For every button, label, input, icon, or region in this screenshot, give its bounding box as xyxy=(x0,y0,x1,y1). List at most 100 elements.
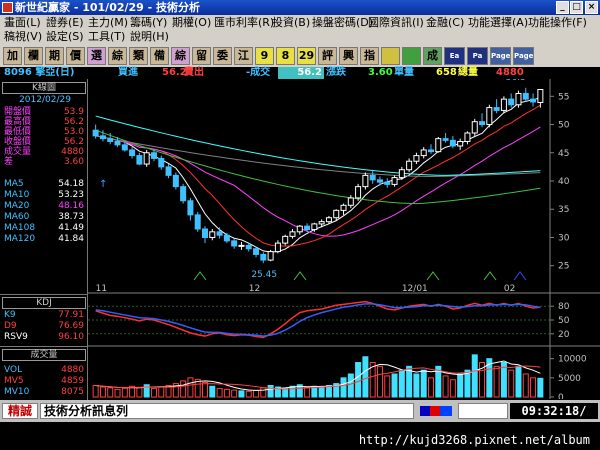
toolbar-button[interactable]: Ea xyxy=(444,47,465,65)
volume-value: 4880 xyxy=(61,365,84,375)
volume-bar xyxy=(464,369,471,398)
toolbar-button[interactable]: 指 xyxy=(360,47,379,65)
menu-item[interactable]: 投資(B) xyxy=(272,16,310,30)
high-price-marker: 56.5 xyxy=(506,79,526,83)
toolbar-button[interactable]: 8 xyxy=(276,47,295,65)
volume-bar xyxy=(282,388,289,398)
menu-item[interactable]: 籌碼(Y) xyxy=(130,16,167,30)
toolbar-button[interactable] xyxy=(402,47,421,65)
volume-bar xyxy=(471,354,478,398)
toolbar-button[interactable]: 委 xyxy=(213,47,232,65)
candlestick xyxy=(143,149,150,167)
kdj-tick-label: 20 xyxy=(558,330,570,340)
menu-item[interactable]: 證券(E) xyxy=(46,16,84,30)
x-tick-label: 11 xyxy=(96,284,107,294)
toolbar-button[interactable]: 選 xyxy=(87,47,106,65)
menu-item[interactable]: 說明(H) xyxy=(130,30,169,44)
chart-type-box[interactable]: K線圖 xyxy=(2,82,86,94)
app-icon xyxy=(2,2,13,13)
status-bar: 精誠 技術分析訊息列 09:32:18/ xyxy=(0,400,600,422)
watermark-url: http://kujd3268.pixnet.net/album xyxy=(0,430,600,450)
toolbar-button[interactable]: 期 xyxy=(45,47,64,65)
volume-tick-label: 5000 xyxy=(558,374,581,384)
toolbar-button[interactable]: 興 xyxy=(339,47,358,65)
volume-bar xyxy=(136,386,143,398)
ma-label: MA10 xyxy=(4,190,30,200)
maximize-button[interactable]: □ xyxy=(570,1,583,14)
menu-item[interactable]: 主力(M) xyxy=(88,16,128,30)
chart-area[interactable]: 25 30 35 40 45 50 55 56.5 25.45 ↑ 11 12 12/01 02 20 50 8… xyxy=(88,79,600,399)
volume-bar xyxy=(340,377,347,398)
total-value: 4880 xyxy=(496,67,524,78)
kdj-title: KDJ xyxy=(2,297,86,309)
toolbar-button[interactable]: 留 xyxy=(192,47,211,65)
toolbar-button[interactable]: 綜 xyxy=(108,47,127,65)
volume-bar xyxy=(150,388,157,398)
ma-label: MA20 xyxy=(4,201,30,211)
menu-item[interactable]: 稿視(V) xyxy=(4,30,42,44)
status-blank-field xyxy=(458,403,508,419)
toolbar-button[interactable]: 備 xyxy=(150,47,169,65)
menu-item[interactable]: 工具(T) xyxy=(88,30,125,44)
volume-bar xyxy=(121,387,128,398)
candlestick xyxy=(500,96,507,114)
candlestick xyxy=(194,212,201,232)
toolbar-button[interactable]: 評 xyxy=(318,47,337,65)
toolbar-button[interactable]: Page xyxy=(490,47,511,65)
menu-item[interactable]: 設定(S) xyxy=(46,30,84,44)
technical-chart[interactable]: 25 30 35 40 45 50 55 56.5 25.45 ↑ 11 12 12/01 02 20 50 8… xyxy=(88,79,600,399)
volume-bar xyxy=(304,386,311,398)
status-left-label: 精誠 xyxy=(2,403,38,419)
toolbar-button[interactable]: 9 xyxy=(255,47,274,65)
menu-item[interactable]: 功能操作(F) xyxy=(528,16,587,30)
toolbar-button[interactable]: 成 xyxy=(423,47,442,65)
kdj-tick-label: 50 xyxy=(558,316,570,326)
toolbar-button[interactable]: 類 xyxy=(129,47,148,65)
title-bar: 新世紀贏家 - 101/02/29 - 技術分析 _ □ × xyxy=(0,0,600,15)
volume-bar xyxy=(114,388,121,398)
menu-item[interactable]: 操盤密碼(D) xyxy=(312,16,373,30)
y-tick-label: 40 xyxy=(558,177,570,187)
kdj-value: 76.69 xyxy=(58,321,84,331)
menu-item[interactable]: 畫面(L) xyxy=(4,16,41,30)
volume-bar xyxy=(420,369,427,398)
toolbar-button[interactable]: 29 xyxy=(297,47,316,65)
toolbar-button[interactable]: 綜 xyxy=(171,47,190,65)
menu-item[interactable]: 匯市利率(R) xyxy=(214,16,274,30)
y-tick-label: 50 xyxy=(558,121,570,131)
volume-bar xyxy=(493,365,500,398)
menu-item[interactable]: 期權(O) xyxy=(172,16,211,30)
close-button[interactable]: × xyxy=(585,1,598,14)
change-value: 3.60 xyxy=(368,67,393,78)
volume-bar xyxy=(398,369,405,398)
volume-bar xyxy=(245,390,252,398)
toolbar-button[interactable]: 加 xyxy=(3,47,22,65)
toolbar-button[interactable]: Page xyxy=(513,47,534,65)
menu-item[interactable]: 國際資訊(I) xyxy=(368,16,424,30)
rise-label: 漲跌 xyxy=(326,67,346,78)
ma-value: 41.84 xyxy=(58,234,84,244)
menu-item[interactable]: 金融(C) xyxy=(426,16,464,30)
volume-bar xyxy=(508,369,515,398)
volume-bar xyxy=(180,380,187,398)
toolbar-button[interactable]: 欄 xyxy=(24,47,43,65)
kdj-tick-label: 80 xyxy=(558,302,570,312)
volume-bar xyxy=(289,385,296,398)
minimize-button[interactable]: _ xyxy=(556,1,569,14)
ma-value: 54.18 xyxy=(58,179,84,189)
window-title: 新世紀贏家 - 101/02/29 - 技術分析 xyxy=(15,1,201,14)
volume-bar xyxy=(428,377,434,398)
ma-label: MA120 xyxy=(4,234,36,244)
ma-row: MA5 54.18 xyxy=(4,179,86,190)
toolbar-button[interactable]: Pa xyxy=(467,47,488,65)
toolbar-button[interactable] xyxy=(381,47,400,65)
menu-item[interactable]: 功能選擇(A) xyxy=(468,16,528,30)
toolbar-button[interactable]: 江 xyxy=(234,47,253,65)
toolbar-button[interactable]: 價 xyxy=(66,47,85,65)
volume-bar xyxy=(537,377,544,398)
volume-bar xyxy=(238,390,245,398)
x-tick-label: 12 xyxy=(249,284,260,294)
candlestick xyxy=(362,172,369,190)
volume-label: MV10 xyxy=(4,387,30,397)
volume-bar xyxy=(260,387,267,398)
